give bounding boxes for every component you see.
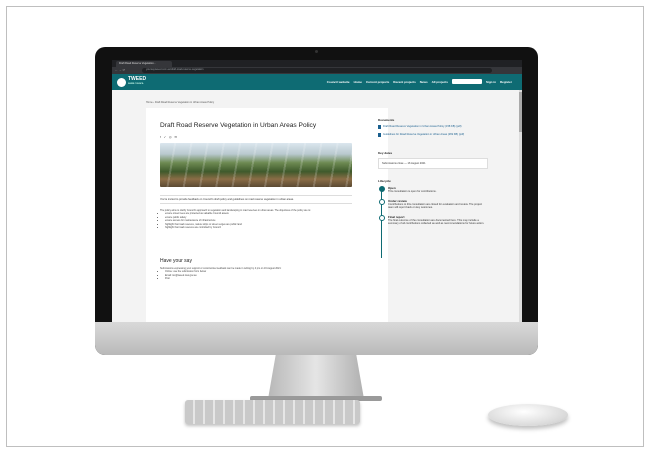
logo-icon xyxy=(117,77,126,87)
council-logo[interactable]: TWEED SHIRE COUNCIL xyxy=(117,77,146,87)
monitor-stand xyxy=(268,355,364,399)
site-header: TWEED SHIRE COUNCIL Council website Home… xyxy=(112,74,522,90)
browser-screen: Draft Road Reserve Vegetation... ← → ⟳ y… xyxy=(112,60,522,322)
url-field[interactable]: yoursaytweed.com.au/draft-road-reserve-v… xyxy=(142,68,492,73)
camera-icon xyxy=(315,50,318,53)
pdf-icon xyxy=(378,133,381,137)
page-title: Draft Road Reserve Vegetation in Urban A… xyxy=(160,122,317,129)
keyboard xyxy=(185,400,360,424)
nav-sign-in[interactable]: Sign in xyxy=(486,80,496,84)
browser-tab-bar: Draft Road Reserve Vegetation... xyxy=(112,60,522,67)
policy-description: The policy aims to clarify Council's app… xyxy=(160,209,352,229)
stage-icon xyxy=(379,215,385,221)
nav-all-projects[interactable]: All projects xyxy=(432,80,448,84)
lifecycle-heading: Lifecycle xyxy=(378,179,391,183)
address-bar: ← → ⟳ yoursaytweed.com.au/draft-road-res… xyxy=(112,67,522,74)
have-your-say-text: Submissions expressing your support or c… xyxy=(160,267,352,281)
search-input[interactable] xyxy=(451,79,482,84)
monitor-chin xyxy=(95,322,538,355)
stage-icon xyxy=(379,199,385,205)
nav-council-website[interactable]: Council website xyxy=(327,80,350,84)
main-nav: Council website Home Current projects Re… xyxy=(327,79,512,84)
documents-heading: Documents xyxy=(378,118,395,122)
key-dates-heading: Key dates xyxy=(378,151,393,155)
mouse xyxy=(488,404,568,426)
intro-text: You're invited to provide feedback on Co… xyxy=(160,195,352,204)
lifecycle-timeline: Open This consultation is open for contri… xyxy=(378,186,488,258)
breadcrumb[interactable]: Home › Draft Road Reserve Vegetation in … xyxy=(146,101,214,104)
key-date: Submissions close — 16 August 2021 xyxy=(378,158,488,169)
list-item: highlight that road reserves are control… xyxy=(165,226,352,229)
nav-recent-projects[interactable]: Recent projects xyxy=(393,80,416,84)
lifecycle-stage-final: Final report The final outcome of the con… xyxy=(379,215,488,225)
have-your-say-heading: Have your say xyxy=(160,258,192,264)
logo-text: TWEED SHIRE COUNCIL xyxy=(128,76,147,86)
stage-active-icon xyxy=(379,186,385,192)
pdf-icon xyxy=(378,125,381,129)
share-icons[interactable]: f ✓ ◎ ✉ xyxy=(160,135,178,139)
nav-current-projects[interactable]: Current projects xyxy=(366,80,389,84)
hero-image xyxy=(160,143,352,187)
nav-news[interactable]: News xyxy=(420,80,428,84)
document-link[interactable]: Guidelines for Road Reserve Vegetation i… xyxy=(378,133,488,137)
lifecycle-stage-review: Under review Contributions to this consul… xyxy=(379,199,488,209)
nav-arrows-icon[interactable]: ← → ⟳ xyxy=(115,68,125,72)
nav-register[interactable]: Register xyxy=(500,80,512,84)
lifecycle-stage-open: Open This consultation is open for contri… xyxy=(379,186,488,193)
document-link[interactable]: Draft Road Reserve Vegetation in Urban A… xyxy=(378,125,488,129)
project-card: Draft Road Reserve Vegetation in Urban A… xyxy=(146,108,388,322)
nav-home[interactable]: Home xyxy=(354,80,362,84)
scrollbar-thumb[interactable] xyxy=(519,92,522,132)
sidebar: Documents Draft Road Reserve Vegetation … xyxy=(378,118,488,258)
submit-option-post: Post xyxy=(165,277,352,280)
